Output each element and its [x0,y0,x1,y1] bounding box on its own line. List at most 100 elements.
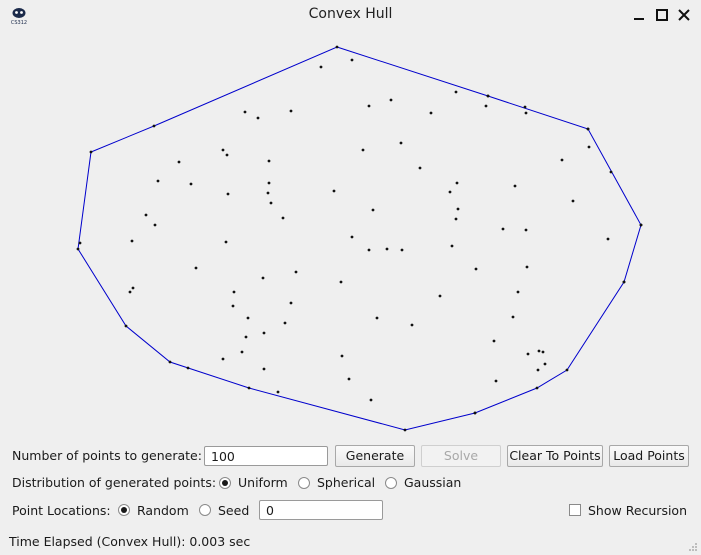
data-point [609,170,613,174]
data-point [450,244,454,248]
data-point [256,116,260,120]
data-point [438,294,442,298]
data-point [586,127,590,131]
data-point [153,223,157,227]
radio-gaussian-label[interactable]: Gaussian [404,475,461,490]
data-point [456,207,460,211]
data-point [524,111,528,115]
data-point [375,316,379,320]
data-point [76,247,80,251]
title-bar: CS312 Convex Hull [0,0,701,30]
data-point [639,223,643,227]
points-row: Number of points to generate: Generate S… [0,444,701,468]
close-icon[interactable] [677,8,691,22]
data-point [535,386,539,390]
data-point [283,321,287,325]
data-point [516,290,520,294]
data-point [454,90,458,94]
data-point [526,352,530,356]
data-point [385,247,389,251]
data-point [622,280,626,284]
data-point [367,248,371,252]
data-point [186,366,190,370]
distribution-label: Distribution of generated points: [12,475,217,490]
data-point [455,181,459,185]
data-point [168,360,172,364]
data-point [225,153,229,157]
data-point [276,390,280,394]
radio-uniform[interactable] [219,477,231,489]
data-point [454,217,458,221]
clear-to-points-button[interactable]: Clear To Points [507,445,603,467]
data-point [267,159,271,163]
data-point [152,124,156,128]
data-point [194,266,198,270]
data-point [492,339,496,343]
locations-row: Point Locations: Random Seed Show Recurs… [0,499,701,523]
data-point [484,104,488,108]
data-point [281,216,285,220]
seed-input[interactable] [259,500,383,520]
data-point [332,189,336,193]
data-point [269,201,273,205]
data-point [289,301,293,305]
data-point [124,324,128,328]
data-point [221,148,225,152]
data-point [448,190,452,194]
data-point [246,316,250,320]
resize-grip-icon[interactable] [688,542,698,552]
data-point [560,158,564,162]
data-point [525,265,529,269]
radio-random[interactable] [118,504,130,516]
data-point [524,228,528,232]
data-point [587,145,591,149]
data-point [361,148,365,152]
radio-spherical-label[interactable]: Spherical [317,475,375,490]
show-recursion-label[interactable]: Show Recursion [588,503,687,518]
load-points-button[interactable]: Load Points [609,445,689,467]
solve-button[interactable]: Solve [421,445,501,467]
data-point [367,104,371,108]
distribution-row: Distribution of generated points: Unifor… [0,473,701,493]
radio-spherical[interactable] [298,477,310,489]
maximize-icon[interactable] [655,8,669,22]
data-point [399,141,403,145]
data-point [266,191,270,195]
data-point [144,213,148,217]
show-recursion-checkbox[interactable] [569,504,581,516]
radio-gaussian[interactable] [385,477,397,489]
data-point [473,411,477,415]
radio-random-label[interactable]: Random [137,503,189,518]
data-point [289,109,293,113]
minimize-icon[interactable] [632,8,646,22]
data-point [400,248,404,252]
generate-button[interactable]: Generate [335,445,415,467]
data-point [565,368,569,372]
data-point [232,290,236,294]
data-point [418,166,422,170]
data-point [226,192,230,196]
radio-uniform-label[interactable]: Uniform [238,475,288,490]
data-point [177,160,181,164]
data-point [543,362,547,366]
data-point [369,398,373,402]
radio-seed-label[interactable]: Seed [218,503,249,518]
data-point [89,150,93,154]
points-count-input[interactable] [204,446,328,466]
data-point [486,94,490,98]
data-point [262,331,266,335]
data-point [474,267,478,271]
data-point [340,354,344,358]
data-point [339,280,343,284]
data-point [189,182,193,186]
data-point [410,323,414,327]
data-point [537,349,541,353]
data-point [131,286,135,290]
data-point [350,58,354,62]
convex-hull-outline [77,46,642,431]
radio-seed[interactable] [199,504,211,516]
data-point [294,270,298,274]
drawing-canvas[interactable] [0,30,701,440]
data-point [513,184,517,188]
data-point [78,241,82,245]
